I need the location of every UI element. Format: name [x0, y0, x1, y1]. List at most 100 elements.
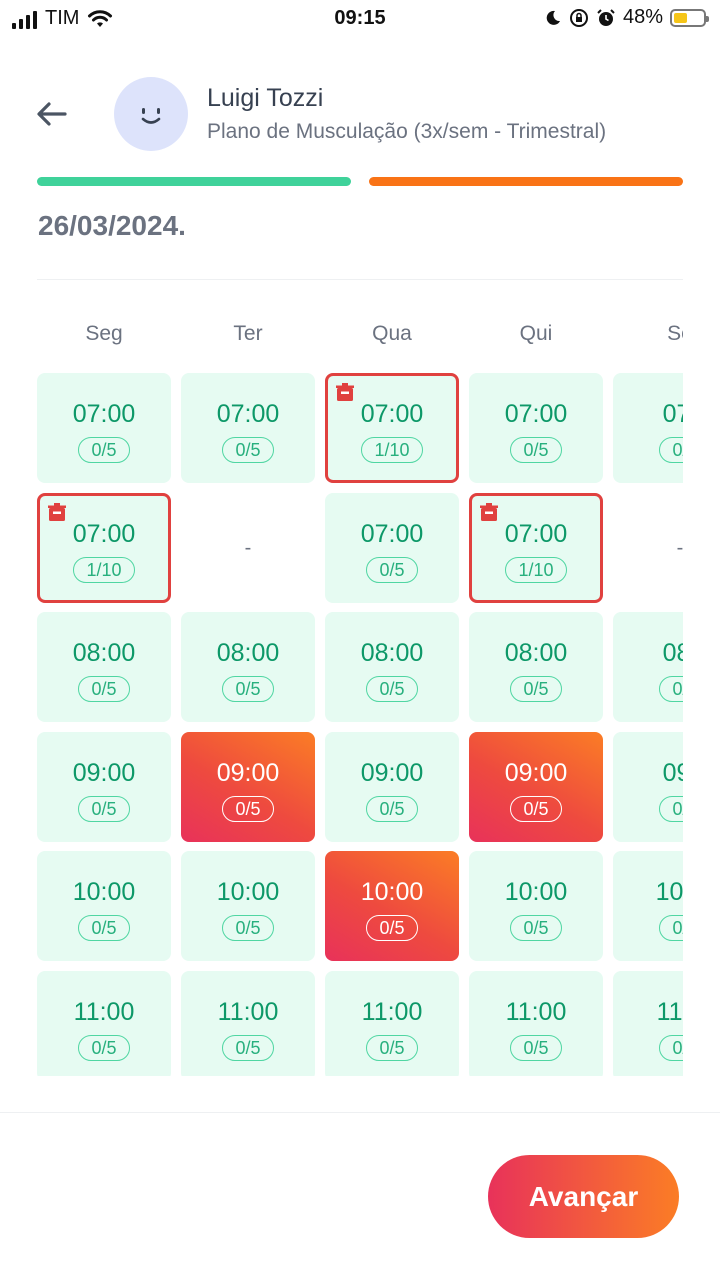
- slot-capacity-badge: 0/5: [78, 795, 130, 822]
- next-button[interactable]: Avançar: [488, 1155, 679, 1238]
- slot-capacity-badge: 0/5: [222, 675, 274, 702]
- slot-capacity-badge: 0/5: [510, 914, 562, 941]
- slot-time: 10:0: [655, 877, 683, 906]
- time-slot[interactable]: 11:00 0/5: [325, 971, 459, 1076]
- time-slot[interactable]: 09:00 0/5: [37, 732, 171, 842]
- slot-time: 07:00: [216, 399, 280, 428]
- slot-capacity-badge: 0/5: [510, 795, 562, 822]
- slot-time: 09:: [662, 758, 683, 787]
- time-slot: -: [613, 493, 683, 603]
- slot-time: 08:00: [360, 638, 424, 667]
- slot-time: 07:00: [504, 519, 568, 548]
- day-header: Ter: [233, 322, 263, 345]
- rotation-lock-icon: [569, 8, 588, 27]
- time-slot[interactable]: 11:00 0/5: [181, 971, 315, 1076]
- time-slot[interactable]: 08:0/: [613, 612, 683, 722]
- time-slot[interactable]: 10:00 0/5: [181, 851, 315, 961]
- date-text: 26/03/2024.: [38, 210, 186, 240]
- slot-capacity-badge: 0/: [659, 914, 683, 941]
- no-slot-dash: -: [244, 536, 252, 559]
- time-slot[interactable]: 11:0 0/: [613, 971, 683, 1076]
- time-slot[interactable]: 07:00 1/10: [37, 493, 171, 603]
- time-slot[interactable]: 09:00 0/5: [181, 732, 315, 842]
- slot-capacity-badge: 0/5: [510, 436, 562, 463]
- slot-time: 09:00: [360, 758, 424, 787]
- time-slot[interactable]: 10:00 0/5: [325, 851, 459, 961]
- time-slot[interactable]: 08:00 0/5: [469, 612, 603, 722]
- slot-capacity-badge: 0/5: [222, 1034, 274, 1061]
- moon-icon: [546, 10, 560, 25]
- time-slot[interactable]: 07:00 1/10: [469, 493, 603, 603]
- slot-time: 07:00: [360, 399, 424, 428]
- slot-time: 10:00: [72, 877, 136, 906]
- slot-capacity-badge: 0/5: [222, 914, 274, 941]
- time-slot[interactable]: 10:00 0/5: [469, 851, 603, 961]
- slot-capacity-badge: 0/5: [78, 1034, 130, 1061]
- slot-time: 11:00: [217, 997, 279, 1026]
- time-slot: -: [181, 493, 315, 603]
- slot-time: 11:00: [505, 997, 567, 1026]
- progress-step-current: [369, 177, 683, 186]
- time-slot[interactable]: 07:00 0/5: [37, 373, 171, 483]
- slot-capacity-badge: 0/5: [222, 436, 274, 463]
- slot-time: 07:00: [360, 519, 424, 548]
- smiley-face-icon: [141, 108, 161, 124]
- time-slot[interactable]: 11:00 0/5: [469, 971, 603, 1076]
- slot-time: 09:00: [216, 758, 280, 787]
- slot-time: 11:0: [656, 997, 683, 1026]
- slot-time: 11:00: [73, 997, 135, 1026]
- time-slot[interactable]: 07:00 1/10: [325, 373, 459, 483]
- time-slot[interactable]: 09:00 0/5: [325, 732, 459, 842]
- day-header: Qua: [372, 322, 412, 345]
- slot-capacity-badge: 0/: [659, 675, 683, 702]
- slot-time: 07:00: [504, 399, 568, 428]
- day-header: Qui: [519, 322, 553, 345]
- slot-capacity-badge: 0/5: [366, 1034, 418, 1061]
- schedule-grid[interactable]: Seg Ter Qua Qui Se 07:00 0/5 07:00 0/5 07:00 1/10 0…: [37, 300, 683, 1076]
- time-slot[interactable]: 08:00 0/5: [181, 612, 315, 722]
- time-slot[interactable]: 09:0/: [613, 732, 683, 842]
- slot-capacity-badge: 1/10: [505, 556, 567, 583]
- slot-time: 09:00: [72, 758, 136, 787]
- day-header: Se: [667, 322, 683, 345]
- slot-time: 10:00: [504, 877, 568, 906]
- day-header: Seg: [85, 322, 123, 345]
- slot-capacity-badge: 0/5: [78, 914, 130, 941]
- avatar: [114, 77, 188, 151]
- slot-capacity-badge: 0/5: [366, 675, 418, 702]
- battery-level: [674, 12, 688, 23]
- slot-capacity-badge: 0/: [659, 436, 683, 463]
- progress-step-completed: [37, 177, 351, 186]
- slot-capacity-badge: 0/5: [510, 675, 562, 702]
- time-slot[interactable]: 11:00 0/5: [37, 971, 171, 1076]
- divider: [37, 279, 683, 280]
- time-slot[interactable]: 07:00 0/5: [325, 493, 459, 603]
- trash-icon[interactable]: [479, 503, 499, 523]
- slot-capacity-badge: 0/: [659, 1034, 683, 1061]
- time-slot[interactable]: 10:00 0/5: [37, 851, 171, 961]
- slot-capacity-badge: 0/5: [78, 436, 130, 463]
- slot-time: 08:: [662, 638, 683, 667]
- footer-divider: [0, 1112, 720, 1113]
- back-arrow-icon[interactable]: [34, 96, 70, 132]
- no-slot-dash: -: [676, 536, 683, 559]
- time-slot[interactable]: 08:00 0/5: [325, 612, 459, 722]
- time-slot[interactable]: 07:00 0/5: [469, 373, 603, 483]
- time-slot[interactable]: 07:0/: [613, 373, 683, 483]
- slot-time: 08:00: [216, 638, 280, 667]
- time-slot[interactable]: 07:00 0/5: [181, 373, 315, 483]
- slot-time: 07:00: [72, 519, 136, 548]
- trash-icon[interactable]: [335, 383, 355, 403]
- slot-time: 11:00: [361, 997, 423, 1026]
- trash-icon[interactable]: [47, 503, 67, 523]
- time-slot[interactable]: 08:00 0/5: [37, 612, 171, 722]
- time-slot[interactable]: 09:00 0/5: [469, 732, 603, 842]
- slot-capacity-badge: 0/5: [366, 914, 418, 941]
- slot-time: 07:00: [72, 399, 136, 428]
- slot-capacity-badge: 0/5: [366, 795, 418, 822]
- battery-percent: 48%: [622, 6, 663, 28]
- slot-time: 08:00: [72, 638, 136, 667]
- slot-capacity-badge: 1/10: [73, 556, 135, 583]
- time-slot[interactable]: 10:0 0/: [613, 851, 683, 961]
- slot-time: 09:00: [504, 758, 568, 787]
